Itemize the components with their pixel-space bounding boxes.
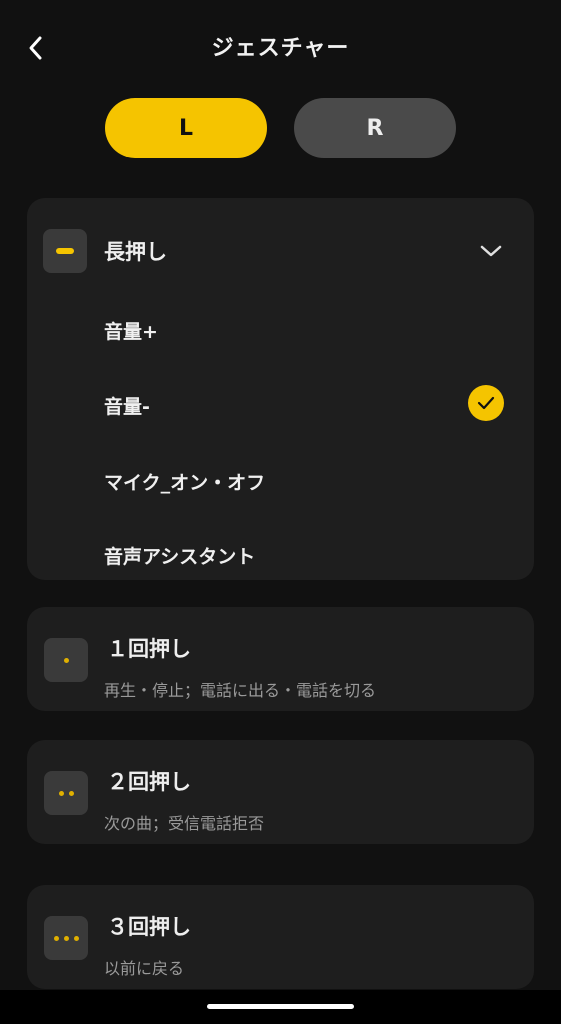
single-dot-icon: [44, 638, 88, 682]
gesture-subtitle: 次の曲；受信電話拒否: [104, 814, 265, 833]
selected-check: [468, 385, 504, 421]
option-label: 音声アシスタント: [104, 546, 256, 568]
dot: [63, 657, 69, 663]
home-indicator[interactable]: [207, 1004, 354, 1009]
tab-left[interactable]: L: [105, 98, 267, 158]
dot: [68, 790, 74, 796]
header: ジェスチャー: [0, 0, 561, 96]
long-press-title: 長押し: [104, 240, 167, 264]
long-press-card: 長押し 音量+ 音量- マイク_オン・オフ 音声アシスタント: [27, 198, 534, 580]
dot: [63, 935, 69, 941]
page-title: ジェスチャー: [211, 36, 350, 61]
gesture-title: ３回押し: [107, 915, 191, 939]
chevron-down-icon: [480, 245, 502, 257]
dot: [53, 935, 59, 941]
dot: [73, 935, 79, 941]
option-label: 音量-: [104, 396, 150, 418]
tab-right[interactable]: R: [294, 98, 456, 158]
option-volume-down[interactable]: 音量-: [27, 376, 534, 432]
checkmark-icon: [477, 396, 495, 410]
gesture-card-single-press[interactable]: １回押し 再生・停止；電話に出る・電話を切る: [27, 607, 534, 711]
gesture-card-double-press[interactable]: ２回押し 次の曲；受信電話拒否: [27, 740, 534, 844]
dot: [58, 790, 64, 796]
option-volume-up[interactable]: 音量+: [27, 301, 534, 357]
option-label: マイク_オン・オフ: [104, 472, 266, 494]
option-label: 音量+: [104, 321, 158, 343]
two-dots-icon: [44, 771, 88, 815]
option-voice-assistant[interactable]: 音声アシスタント: [27, 526, 534, 582]
gesture-subtitle: 以前に戻る: [104, 959, 185, 978]
three-dots-icon: [44, 916, 88, 960]
dash-icon: [56, 248, 74, 254]
gesture-title: ２回押し: [107, 770, 191, 794]
gesture-title: １回押し: [107, 637, 191, 661]
collapse-toggle[interactable]: [478, 238, 504, 264]
long-press-icon: [43, 229, 87, 273]
gesture-card-triple-press[interactable]: ３回押し 以前に戻る: [27, 885, 534, 989]
gesture-subtitle: 再生・停止；電話に出る・電話を切る: [104, 681, 377, 700]
option-mic-toggle[interactable]: マイク_オン・オフ: [27, 452, 534, 508]
